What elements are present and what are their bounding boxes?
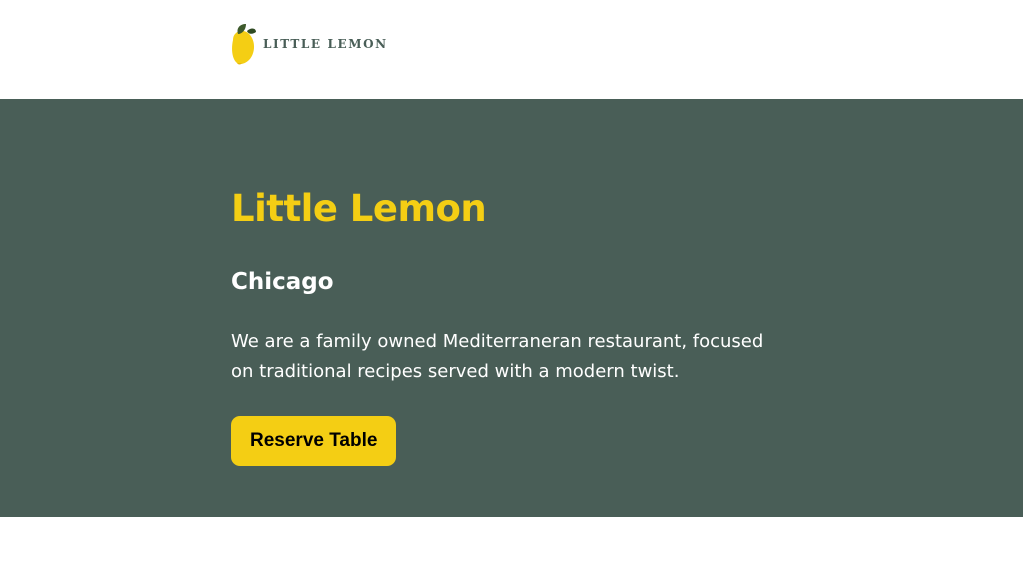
hero-description: We are a family owned Mediterraneran res… (231, 331, 764, 382)
hero-section: Little Lemon Chicago We are a family own… (0, 99, 1023, 517)
hero-subtitle: Chicago (231, 269, 334, 295)
hero-title: Little Lemon (231, 187, 487, 230)
logo-link[interactable]: LITTLE LEMON (230, 22, 388, 66)
reserve-table-button[interactable]: Reserve Table (231, 416, 397, 466)
site-header: LITTLE LEMON (0, 0, 1023, 99)
logo-text: LITTLE LEMON (263, 37, 388, 51)
lemon-icon (230, 22, 257, 66)
